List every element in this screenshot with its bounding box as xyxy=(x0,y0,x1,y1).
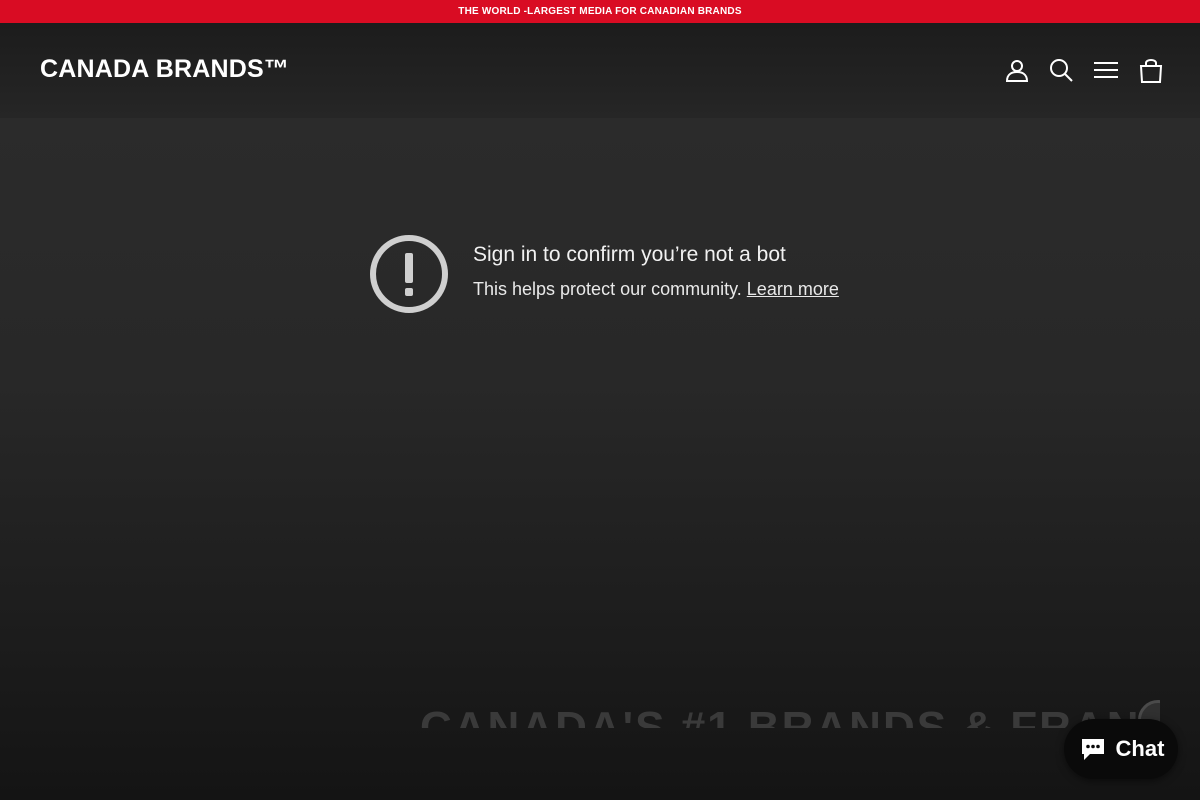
chat-button[interactable]: Chat xyxy=(1064,719,1178,779)
search-icon[interactable] xyxy=(1047,56,1075,84)
brands-marquee: CANADA'S #1 BRANDS & FRANCHISES xyxy=(420,698,1160,728)
notice-body: This helps protect our community. xyxy=(473,279,742,299)
notice-text: This helps protect our community. Learn … xyxy=(473,279,839,300)
account-icon[interactable] xyxy=(1003,56,1031,84)
exclamation-circle-icon xyxy=(368,233,450,315)
notice-title: Sign in to confirm you’re not a bot xyxy=(473,243,786,266)
learn-more-link[interactable]: Learn more xyxy=(747,279,839,299)
chat-bubble-icon xyxy=(1081,739,1104,760)
announcement-bar: THE WORLD -LARGEST MEDIA FOR CANADIAN BR… xyxy=(0,0,1200,23)
page: THE WORLD -LARGEST MEDIA FOR CANADIAN BR… xyxy=(0,0,1200,800)
announcement-text: THE WORLD -LARGEST MEDIA FOR CANADIAN BR… xyxy=(458,6,742,17)
chat-label: Chat xyxy=(1115,736,1165,761)
site-header: CANADA BRANDS™ xyxy=(0,23,1200,118)
menu-icon[interactable] xyxy=(1092,56,1120,84)
marquee-text: CANADA'S #1 BRANDS & FRANCHISES xyxy=(420,703,1160,728)
site-logo[interactable]: CANADA BRANDS™ xyxy=(40,55,289,84)
cart-icon[interactable] xyxy=(1137,56,1165,84)
bot-check-notice: Sign in to confirm you’re not a bot This… xyxy=(368,233,848,323)
